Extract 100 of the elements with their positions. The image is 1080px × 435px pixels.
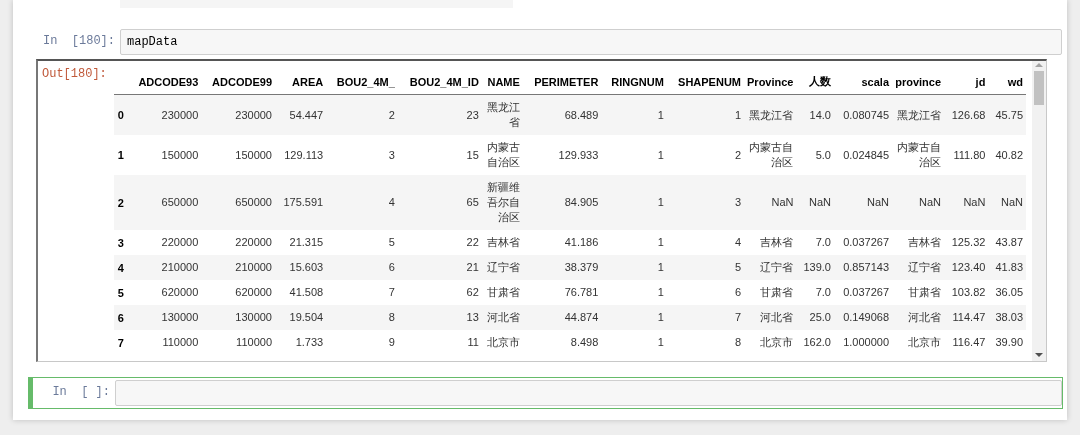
table-cell: 175.591 [275, 175, 327, 230]
column-header: PERIMETER [522, 69, 602, 95]
table-cell: 黑龙江省 [744, 94, 797, 135]
table-cell: 1 [601, 305, 667, 330]
table-cell: 62 [397, 280, 482, 305]
table-cell: 14.0 [796, 94, 834, 135]
table-cell: NaN [944, 175, 989, 230]
table-cell: 7 [666, 305, 744, 330]
table-cell: 7.0 [796, 230, 834, 255]
table-cell: 21 [397, 255, 482, 280]
column-header: jd [944, 69, 989, 95]
table-cell: 230000 [201, 94, 275, 135]
table-cell: 54.447 [275, 94, 327, 135]
table-cell: 吉林省 [892, 230, 945, 255]
table-cell: 150000 [201, 135, 275, 175]
row-index: 0 [114, 94, 128, 135]
table-cell: 650000 [127, 175, 202, 230]
table-cell: 84.905 [522, 175, 602, 230]
table-cell: 126.68 [944, 94, 989, 135]
row-index: 5 [114, 280, 128, 305]
table-cell: 河北省 [744, 305, 797, 330]
table-cell: 吉林省 [744, 230, 797, 255]
table-cell: 125.32 [944, 230, 989, 255]
column-header: ADCODE93 [127, 69, 202, 95]
table-cell: 210000 [127, 255, 202, 280]
table-cell: 139.0 [796, 255, 834, 280]
table-cell: NaN [796, 175, 834, 230]
table-cell: 0.149068 [834, 305, 893, 330]
table-cell: 38.03 [988, 305, 1026, 330]
table-cell: 21.315 [275, 230, 327, 255]
table-cell: 5 [326, 230, 398, 255]
column-header: province [892, 69, 945, 95]
scrollbar[interactable] [1032, 61, 1046, 361]
table-cell: 25.0 [796, 305, 834, 330]
table-cell: NaN [834, 175, 893, 230]
table-cell: 0.037267 [834, 280, 893, 305]
table-cell: 2 [666, 135, 744, 175]
table-cell: 39.90 [988, 330, 1026, 355]
table-cell: 辽宁省 [744, 255, 797, 280]
table-cell: 5.0 [796, 135, 834, 175]
table-cell: 新疆维吾尔自治区 [481, 175, 523, 230]
table-cell: 9 [326, 330, 398, 355]
table-cell: 0.080745 [834, 94, 893, 135]
table-cell: 110000 [201, 330, 275, 355]
column-header: NAME [481, 69, 523, 95]
table-cell: 130000 [201, 305, 275, 330]
table-cell: 辽宁省 [481, 255, 523, 280]
table-cell: 7 [326, 280, 398, 305]
table-cell: 1 [601, 330, 667, 355]
table-cell: 620000 [127, 280, 202, 305]
table-cell: 1 [666, 94, 744, 135]
table-cell: 620000 [201, 280, 275, 305]
table-cell: 123.40 [944, 255, 989, 280]
table-cell: 15.603 [275, 255, 327, 280]
table-cell: 129.933 [522, 135, 602, 175]
table-cell: 内蒙古自治区 [481, 135, 523, 175]
code-input[interactable]: mapData [120, 29, 1062, 55]
table-cell: 甘肃省 [481, 280, 523, 305]
table-cell: 0.024845 [834, 135, 893, 175]
table-cell: 1 [601, 230, 667, 255]
table-cell: 65 [397, 175, 482, 230]
column-header: RINGNUM [601, 69, 667, 95]
column-header: BOU2_4M_ID [397, 69, 482, 95]
table-cell: 1 [601, 94, 667, 135]
table-cell: 甘肃省 [744, 280, 797, 305]
table-cell: 2 [326, 94, 398, 135]
row-index: 7 [114, 330, 128, 355]
row-index: 3 [114, 230, 128, 255]
table-cell: 3 [666, 175, 744, 230]
table-cell: 0.857143 [834, 255, 893, 280]
table-cell: 150000 [127, 135, 202, 175]
output-prompt: Out[180]: [41, 66, 108, 81]
table-cell: 230000 [127, 94, 202, 135]
table-cell: 210000 [201, 255, 275, 280]
table-cell: 43.87 [988, 230, 1026, 255]
table-cell: 22 [397, 230, 482, 255]
column-header: Province [744, 69, 797, 95]
column-header: SHAPENUM [666, 69, 744, 95]
row-index: 6 [114, 305, 128, 330]
table-cell: 162.0 [796, 330, 834, 355]
table-cell: 1 [601, 255, 667, 280]
row-index: 2 [114, 175, 128, 230]
table-cell: 8 [666, 330, 744, 355]
table-cell: 41.508 [275, 280, 327, 305]
column-header: AREA [275, 69, 327, 95]
code-input[interactable] [115, 380, 1062, 406]
table-cell: 130000 [127, 305, 202, 330]
table-cell: 内蒙古自治区 [744, 135, 797, 175]
table-cell: 45.75 [988, 94, 1026, 135]
table-cell: 129.113 [275, 135, 327, 175]
table-cell: 76.781 [522, 280, 602, 305]
table-cell: 8.498 [522, 330, 602, 355]
table-cell: 11 [397, 330, 482, 355]
table-cell: 8 [326, 305, 398, 330]
table-cell: 7.0 [796, 280, 834, 305]
table-cell: 河北省 [481, 305, 523, 330]
table-cell: 北京市 [892, 330, 945, 355]
table-cell: 6 [666, 280, 744, 305]
column-header: ADCODE99 [201, 69, 275, 95]
table-cell: 40.82 [988, 135, 1026, 175]
